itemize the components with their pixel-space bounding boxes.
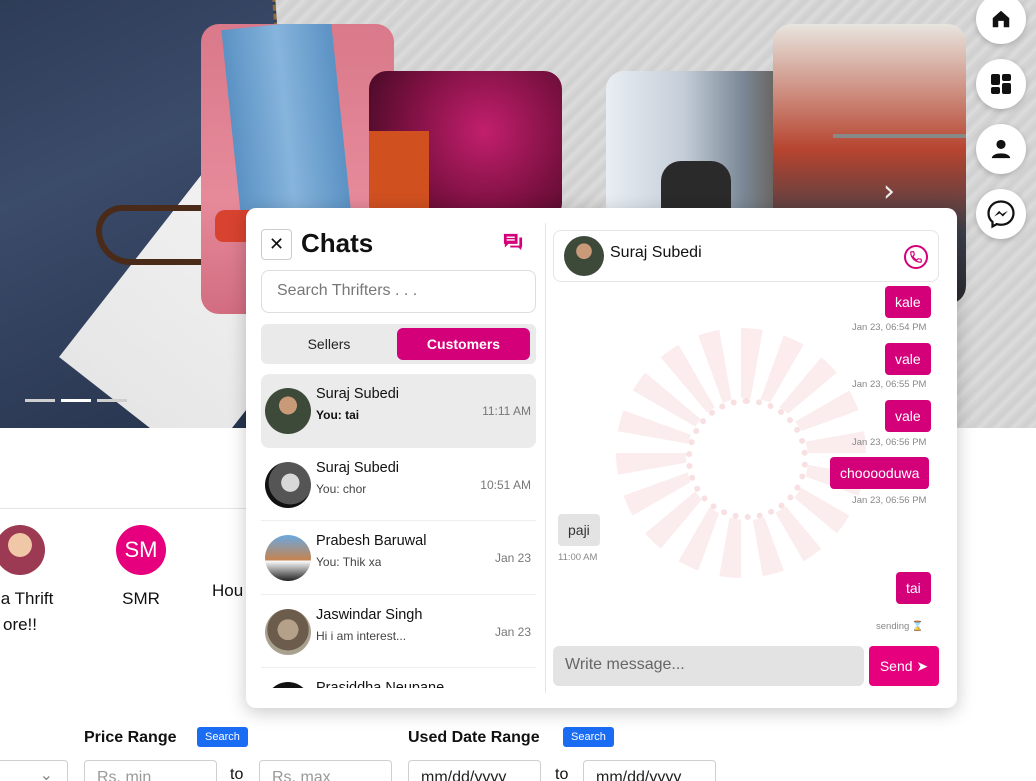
message-time: Jan 23 <box>494 551 531 565</box>
chat-list-item[interactable]: Suraj Subedi You: tai 11:11 AM <box>261 374 536 448</box>
price-range-label: Price Range <box>84 729 177 746</box>
avatar <box>265 682 311 688</box>
message-bubble-out: vale <box>885 400 931 432</box>
chats-title: Chats <box>301 228 374 258</box>
store-name: SMR <box>122 589 160 608</box>
store-avatar <box>0 525 45 575</box>
message-bubble-out: kale <box>885 286 931 318</box>
chat-list: Suraj Subedi You: tai 11:11 AM Suraj Sub… <box>261 374 536 688</box>
message-timestamp: Jan 23, 06:54 PM <box>852 322 927 333</box>
category-select[interactable]: ⌄ <box>0 760 68 781</box>
message-time: 11:11 AM <box>482 404 531 418</box>
jeans-image <box>221 24 351 220</box>
contact-name: Prasiddha Neupane <box>316 680 445 688</box>
avatar <box>265 388 311 434</box>
message-preview: You: chor <box>316 481 367 496</box>
home-button[interactable] <box>976 0 1026 44</box>
dashboard-icon <box>991 74 1011 94</box>
messenger-icon <box>987 200 1015 229</box>
price-max-input[interactable]: Rs. max <box>259 760 392 781</box>
user-icon <box>991 139 1011 159</box>
store-name-cont: ore!! <box>2 615 38 634</box>
close-button[interactable]: ✕ <box>261 229 292 260</box>
chevron-right-icon[interactable]: › <box>883 174 895 209</box>
chat-list-item[interactable]: Prasiddha Neupane <box>261 668 536 688</box>
contact-name: Suraj Subedi <box>316 386 400 402</box>
date-to-input[interactable]: mm/dd/yyyy <box>583 760 716 781</box>
chat-list-item[interactable]: Prabesh Baruwal You: Thik xa Jan 23 <box>261 521 536 595</box>
message-bubble-out: tai <box>896 572 931 604</box>
carousel-dots[interactable] <box>25 399 127 402</box>
carousel-dot[interactable] <box>25 399 55 402</box>
chevron-down-icon: ⌄ <box>39 767 53 781</box>
send-button[interactable]: Send ➤ <box>869 646 939 686</box>
to-label: to <box>555 766 569 781</box>
avatar <box>265 461 311 508</box>
message-timestamp: Jan 23, 06:56 PM <box>852 495 927 506</box>
avatar <box>265 608 311 655</box>
message-bubble-out: chooooduwa <box>830 457 930 489</box>
store-avatar: SM <box>116 525 166 575</box>
dashboard-button[interactable] <box>976 59 1026 109</box>
store-card[interactable]: SM SMR <box>108 525 174 609</box>
price-min-input[interactable]: Rs. min <box>84 760 217 781</box>
message-preview: You: Thik xa <box>316 555 382 569</box>
message-timestamp: Jan 23, 06:56 PM <box>852 437 927 448</box>
hero-card-store[interactable] <box>606 71 799 221</box>
phone-icon[interactable] <box>904 245 928 269</box>
carousel-dot[interactable] <box>97 399 127 402</box>
panel-divider <box>545 223 546 693</box>
date-from-input[interactable]: mm/dd/yyyy <box>408 760 541 781</box>
message-bubble-in: paji <box>558 514 600 546</box>
tab-customers[interactable]: Customers <box>397 328 530 360</box>
home-icon <box>992 10 1010 28</box>
to-label: to <box>230 766 244 781</box>
message-time: 10:51 AM <box>480 477 531 492</box>
chat-list-item[interactable]: Jaswindar Singh Hi i am interest... Jan … <box>261 595 536 668</box>
search-thrifters-input[interactable]: Search Thrifters . . . <box>261 270 536 313</box>
chat-tabs: Sellers Customers <box>261 324 536 364</box>
message-timestamp: Jan 23, 06:55 PM <box>852 379 927 390</box>
section-divider <box>0 508 250 509</box>
sending-status: sending ⌛ <box>876 621 924 632</box>
avatar <box>564 236 604 276</box>
profile-button[interactable] <box>976 124 1026 174</box>
side-nav <box>976 0 1026 239</box>
price-search-button[interactable]: Search <box>197 727 248 747</box>
messenger-button[interactable] <box>976 189 1026 239</box>
message-bubble-out: vale <box>885 343 931 375</box>
chat-list-item[interactable]: Suraj Subedi You: chor 10:51 AM <box>261 448 536 521</box>
message-preview: Hi i am interest... <box>316 628 407 643</box>
hero-card-sequin[interactable] <box>369 71 562 221</box>
date-search-button[interactable]: Search <box>563 727 614 747</box>
contact-name: Suraj Subedi <box>610 244 702 261</box>
contact-name: Prabesh Baruwal <box>316 533 427 549</box>
rack-image <box>833 134 966 138</box>
mandala-background <box>616 328 866 578</box>
date-range-label: Used Date Range <box>408 729 540 746</box>
conversation-header: Suraj Subedi <box>553 230 939 282</box>
carousel-dot-active[interactable] <box>61 399 91 402</box>
message-preview: You: tai <box>316 408 360 422</box>
avatar <box>265 535 311 581</box>
chat-modal: ✕ Chats Search Thrifters . . . Sellers C… <box>246 208 957 708</box>
tab-sellers[interactable]: Sellers <box>265 328 393 360</box>
message-time: Jan 23 <box>494 624 531 639</box>
contact-name: Suraj Subedi <box>316 459 400 476</box>
message-input[interactable]: Write message... <box>553 646 864 686</box>
chat-bubbles-icon[interactable] <box>502 232 524 256</box>
store-card[interactable]: ma Thrift ore!! <box>0 525 85 635</box>
message-timestamp: 11:00 AM <box>558 552 598 563</box>
store-name: ma Thrift <box>0 589 54 608</box>
store-name[interactable]: Hou <box>212 581 243 601</box>
contact-name: Jaswindar Singh <box>316 606 423 623</box>
